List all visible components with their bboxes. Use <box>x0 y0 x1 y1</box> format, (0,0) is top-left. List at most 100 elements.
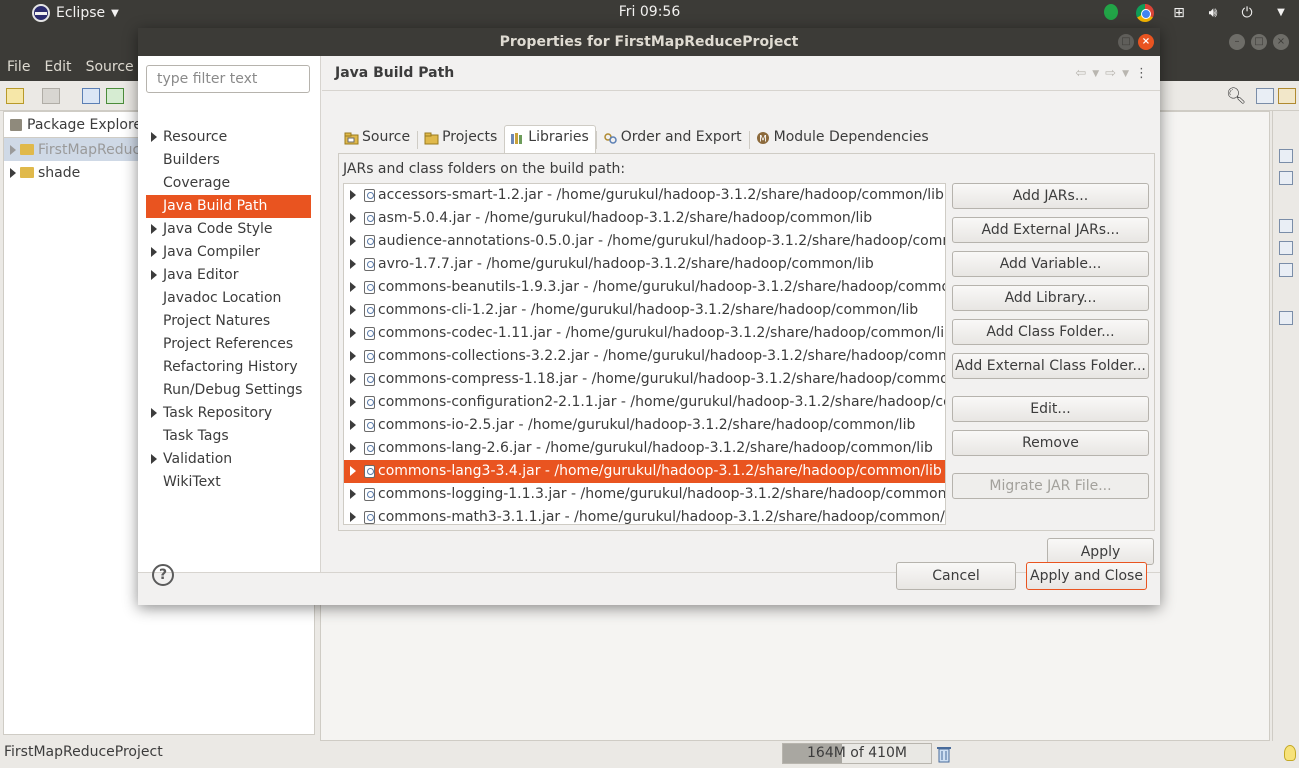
volume-icon[interactable]: 🔊︎ <box>1203 3 1223 23</box>
menu-file[interactable]: File <box>0 55 37 81</box>
new-icon[interactable] <box>6 88 24 104</box>
help-icon[interactable]: ? <box>152 564 174 586</box>
expand-icon[interactable] <box>350 489 356 499</box>
task-list-icon[interactable] <box>1279 171 1293 185</box>
jar-list-item[interactable]: commons-lang-2.6.jar - /home/gurukul/had… <box>344 437 945 460</box>
menu-source[interactable]: Source <box>79 55 141 81</box>
remove-button[interactable]: Remove <box>952 430 1149 456</box>
jar-list-item[interactable]: commons-io-2.5.jar - /home/gurukul/hadoo… <box>344 414 945 437</box>
search-icon[interactable]: 🔍︎ <box>1226 88 1246 104</box>
migrate-jar-button[interactable]: Migrate JAR File... <box>952 473 1149 499</box>
menu-edit[interactable]: Edit <box>37 55 78 81</box>
maximize-icon[interactable]: □ <box>1251 34 1267 50</box>
javadoc-icon[interactable] <box>1279 241 1293 255</box>
network-icon[interactable]: ⊞ <box>1169 3 1189 23</box>
nav-item-java-code-style[interactable]: Java Code Style <box>146 218 311 241</box>
close-icon[interactable]: × <box>1273 34 1289 50</box>
expand-icon[interactable] <box>350 282 356 292</box>
app-menu[interactable]: Eclipse ▼ <box>32 4 119 22</box>
expand-icon[interactable] <box>350 351 356 361</box>
expand-icon[interactable] <box>350 443 356 453</box>
jar-list-item[interactable]: commons-logging-1.1.3.jar - /home/guruku… <box>344 483 945 506</box>
expand-icon[interactable] <box>350 466 356 476</box>
add-external-class-folder-button[interactable]: Add External Class Folder... <box>952 353 1149 379</box>
expand-icon[interactable] <box>151 224 157 234</box>
outline-icon[interactable] <box>1279 149 1293 163</box>
chevron-down-icon[interactable]: ▼ <box>1092 66 1099 82</box>
tip-lightbulb-icon[interactable] <box>1284 745 1296 761</box>
java-perspective-icon[interactable] <box>1278 88 1296 104</box>
maximize-icon[interactable]: □ <box>1118 34 1134 50</box>
debug-icon[interactable] <box>106 88 124 104</box>
garbage-collect-icon[interactable] <box>936 745 952 763</box>
expand-icon[interactable] <box>350 213 356 223</box>
add-external-jars-button[interactable]: Add External JARs... <box>952 217 1149 243</box>
close-icon[interactable]: × <box>1138 34 1154 50</box>
expand-icon[interactable] <box>350 236 356 246</box>
expand-icon[interactable] <box>151 408 157 418</box>
expand-icon[interactable] <box>350 328 356 338</box>
apply-button[interactable]: Apply <box>1047 538 1154 565</box>
add-class-folder-button[interactable]: Add Class Folder... <box>952 319 1149 345</box>
nav-item-java-compiler[interactable]: Java Compiler <box>146 241 311 264</box>
open-perspective-icon[interactable] <box>1256 88 1274 104</box>
nav-item-builders[interactable]: Builders <box>146 149 311 172</box>
nav-item-wikitext[interactable]: WikiText <box>146 471 311 494</box>
problems-icon[interactable] <box>1279 219 1293 233</box>
chevron-down-icon[interactable]: ▼ <box>1271 3 1291 23</box>
expand-icon[interactable] <box>151 247 157 257</box>
cancel-button[interactable]: Cancel <box>896 562 1016 590</box>
nav-item-project-references[interactable]: Project References <box>146 333 311 356</box>
expand-icon[interactable] <box>10 144 16 155</box>
jar-list-item[interactable]: commons-cli-1.2.jar - /home/gurukul/hado… <box>344 299 945 322</box>
nav-item-java-editor[interactable]: Java Editor <box>146 264 311 287</box>
add-jars-button[interactable]: Add JARs... <box>952 183 1149 209</box>
expand-icon[interactable] <box>350 259 356 269</box>
nav-item-project-natures[interactable]: Project Natures <box>146 310 311 333</box>
heap-status[interactable]: 164M of 410M <box>782 743 932 764</box>
tab-source[interactable]: Source <box>338 125 417 153</box>
declaration-icon[interactable] <box>1279 263 1293 277</box>
expand-icon[interactable] <box>151 270 157 280</box>
expand-icon[interactable] <box>10 167 16 178</box>
tab-libraries[interactable]: Libraries <box>504 125 596 153</box>
nav-item-validation[interactable]: Validation <box>146 448 311 471</box>
filter-input[interactable] <box>146 65 310 93</box>
jar-list-item[interactable]: commons-collections-3.2.2.jar - /home/gu… <box>344 345 945 368</box>
minimize-icon[interactable]: – <box>1229 34 1245 50</box>
apply-and-close-button[interactable]: Apply and Close <box>1026 562 1147 590</box>
nav-item-coverage[interactable]: Coverage <box>146 172 311 195</box>
jar-list-item[interactable]: commons-beanutils-1.9.3.jar - /home/guru… <box>344 276 945 299</box>
edit-button[interactable]: Edit... <box>952 396 1149 422</box>
jar-list-item[interactable]: commons-compress-1.18.jar - /home/guruku… <box>344 368 945 391</box>
expand-icon[interactable] <box>151 132 157 142</box>
jar-tree[interactable]: accessors-smart-1.2.jar - /home/gurukul/… <box>343 183 946 525</box>
expand-icon[interactable] <box>151 454 157 464</box>
jar-list-item[interactable]: audience-annotations-0.5.0.jar - /home/g… <box>344 230 945 253</box>
jar-list-item[interactable]: commons-codec-1.11.jar - /home/gurukul/h… <box>344 322 945 345</box>
chevron-down-icon[interactable]: ▼ <box>1122 66 1129 82</box>
jar-list-item[interactable]: commons-configuration2-2.1.1.jar - /home… <box>344 391 945 414</box>
jar-list-item[interactable]: avro-1.7.7.jar - /home/gurukul/hadoop-3.… <box>344 253 945 276</box>
skip-breakpoints-icon[interactable] <box>82 88 100 104</box>
forward-arrow-icon[interactable]: ⇨ <box>1105 66 1116 82</box>
jar-list-item[interactable]: commons-math3-3.1.1.jar - /home/gurukul/… <box>344 506 945 524</box>
tab-projects[interactable]: Projects <box>418 125 504 153</box>
view-menu-icon[interactable]: ⋮ <box>1135 66 1148 82</box>
add-library-button[interactable]: Add Library... <box>952 285 1149 311</box>
expand-icon[interactable] <box>350 397 356 407</box>
tab-module-dependencies[interactable]: M Module Dependencies <box>750 125 936 153</box>
back-arrow-icon[interactable]: ⇦ <box>1075 66 1086 82</box>
save-icon[interactable] <box>42 88 60 104</box>
jar-list-item[interactable]: commons-lang3-3.4.jar - /home/gurukul/ha… <box>344 460 945 483</box>
tab-order-and-export[interactable]: Order and Export <box>597 125 749 153</box>
nav-item-run-debug-settings[interactable]: Run/Debug Settings <box>146 379 311 402</box>
nav-item-java-build-path[interactable]: Java Build Path <box>146 195 311 218</box>
nav-item-resource[interactable]: Resource <box>146 126 311 149</box>
notification-icon[interactable] <box>1101 3 1121 23</box>
expand-icon[interactable] <box>350 374 356 384</box>
expand-icon[interactable] <box>350 305 356 315</box>
expand-icon[interactable] <box>350 190 356 200</box>
nav-item-javadoc-location[interactable]: Javadoc Location <box>146 287 311 310</box>
add-variable-button[interactable]: Add Variable... <box>952 251 1149 277</box>
